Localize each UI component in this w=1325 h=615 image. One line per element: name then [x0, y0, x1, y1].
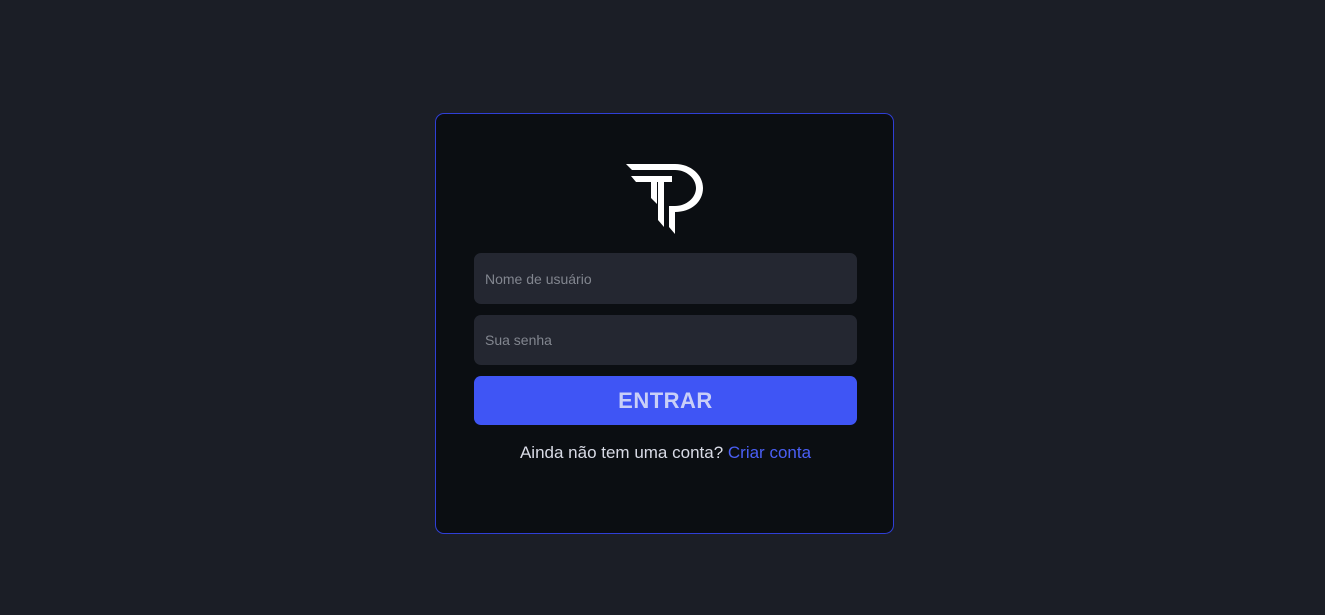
- password-field[interactable]: [474, 315, 857, 365]
- username-field[interactable]: [474, 253, 857, 304]
- signup-prompt-text: Ainda não tem uma conta?: [519, 443, 724, 462]
- login-button[interactable]: ENTRAR: [474, 376, 857, 425]
- create-account-link[interactable]: Criar conta: [728, 443, 811, 462]
- signup-prompt: Ainda não tem uma conta? Criar conta: [436, 443, 895, 463]
- tp-logo-icon: [626, 164, 703, 234]
- login-card: ENTRAR Ainda não tem uma conta? Criar co…: [435, 113, 894, 534]
